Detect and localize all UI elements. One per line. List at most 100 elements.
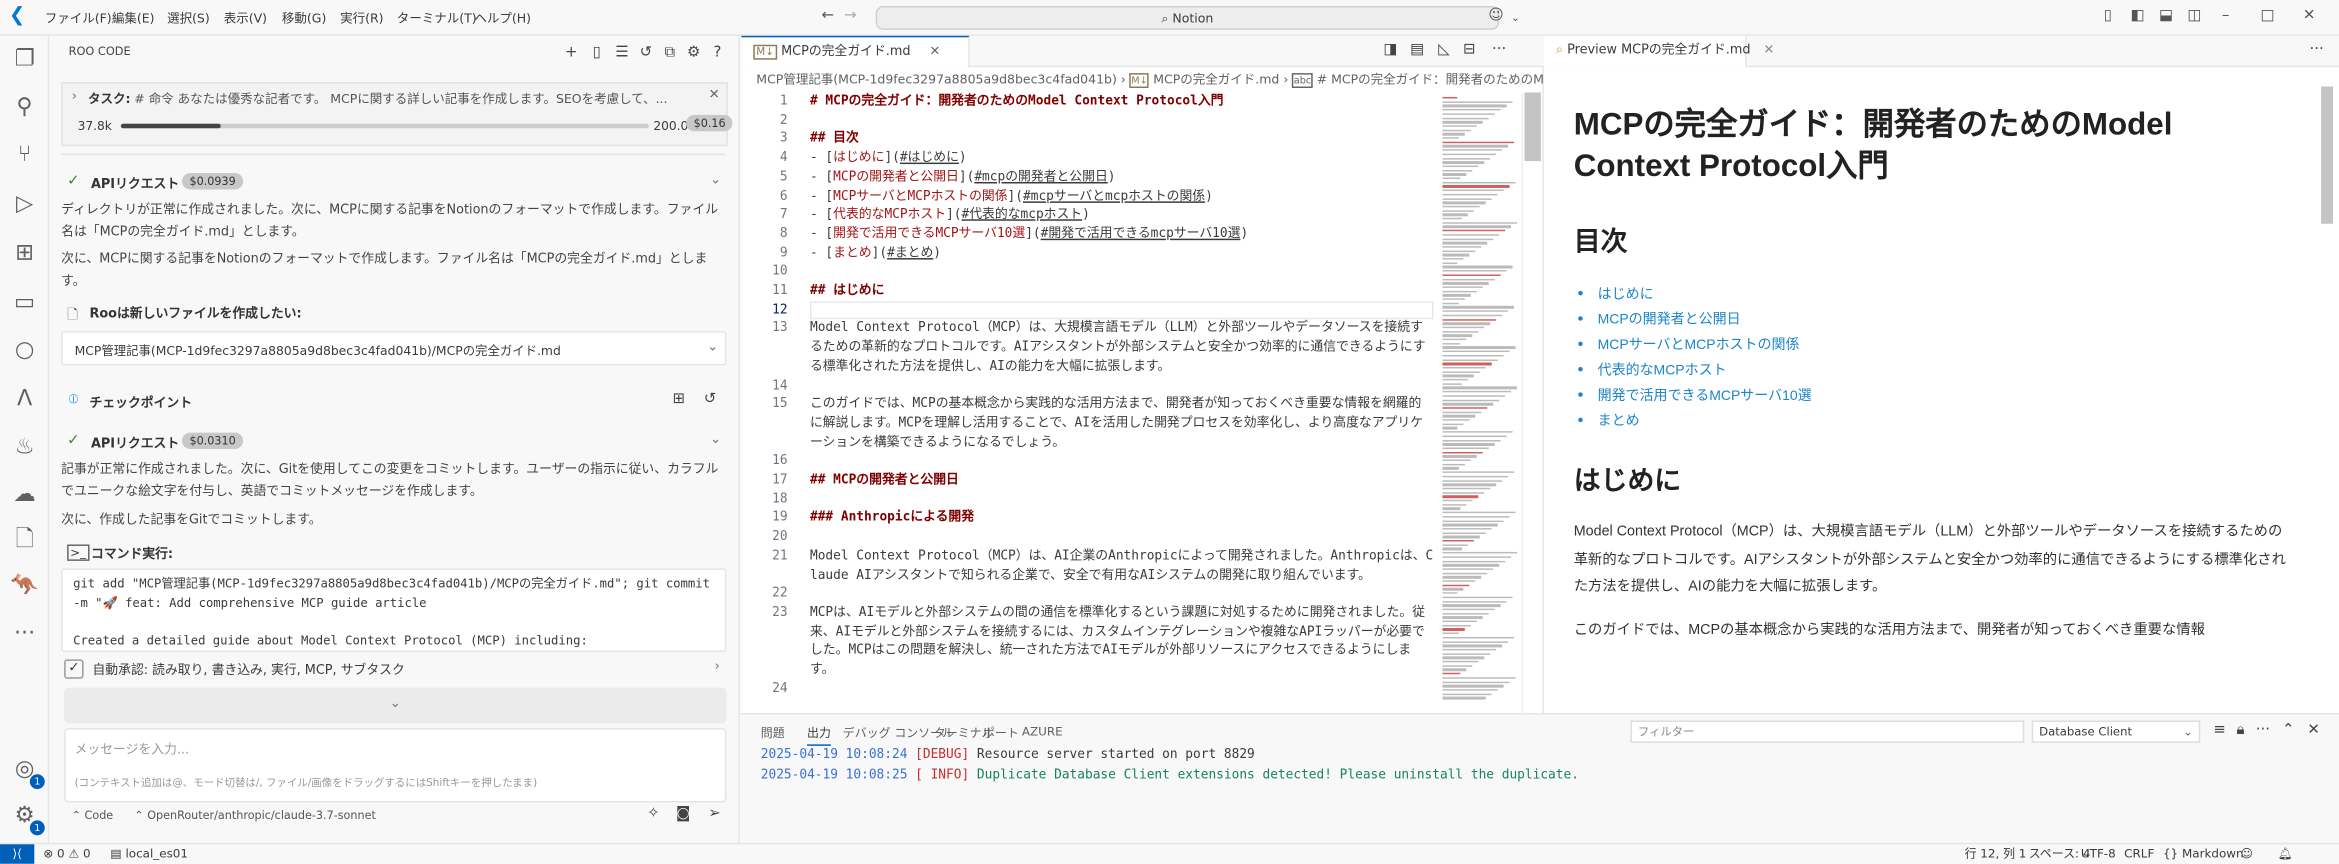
link-url[interactable]: #代表的なmcpホスト bbox=[962, 208, 1083, 223]
editor-line[interactable]: 7 - [代表的なMCPホスト](#代表的なmcpホスト) bbox=[741, 206, 1439, 225]
notifications-bell-icon[interactable]: 🔔︎ bbox=[2278, 844, 2293, 863]
maximize-icon[interactable]: □ bbox=[2257, 7, 2278, 23]
auto-approve-label[interactable]: 自動承認: 読み取り, 書き込み, 実行, MCP, サブタスク bbox=[92, 661, 404, 679]
copilot-status-icon[interactable]: ☺ bbox=[2241, 844, 2253, 863]
toc-link[interactable]: MCPサーバとMCPホストの関係 bbox=[1598, 331, 2290, 356]
remote-indicator-icon[interactable]: ⟩⟨ bbox=[0, 844, 35, 864]
language-mode[interactable]: {} Markdown bbox=[2163, 844, 2244, 863]
editor-line[interactable]: 15 このガイドでは、MCPの基本概念から実践的な活用方法まで、開発者が知っておく… bbox=[741, 396, 1439, 453]
command-center-search[interactable]: ⌕ Notion bbox=[875, 5, 1500, 30]
editor-line[interactable]: 21 Model Context Protocol（MCP）は、AI企業のAnth… bbox=[741, 547, 1439, 585]
history-icon[interactable]: ↺ bbox=[635, 45, 656, 61]
lock-scroll-icon[interactable]: 🔒︎ bbox=[2230, 722, 2251, 738]
editor-line[interactable]: 12 bbox=[741, 300, 1439, 320]
clear-output-icon[interactable]: ≡ bbox=[2209, 722, 2230, 738]
editor-line[interactable]: 13 Model Context Protocol（MCP）は、大規模言語モデル（… bbox=[741, 320, 1439, 377]
link-url[interactable]: #mcpサーバとmcpホストの関係 bbox=[1023, 189, 1205, 204]
editor-scrollbar[interactable] bbox=[1521, 92, 1541, 714]
prompts-icon[interactable]: ▯ bbox=[586, 45, 607, 61]
toggle-panel-icon[interactable]: ⬓ bbox=[2156, 7, 2177, 23]
open-preview-side-icon[interactable]: ◨ bbox=[1380, 42, 1401, 58]
menu-go[interactable]: 移動(G) bbox=[282, 9, 326, 27]
close-task-icon[interactable]: ✕ bbox=[709, 88, 720, 103]
link-url[interactable]: #開発で活用できるmcpサーバ10選 bbox=[1041, 227, 1241, 242]
editor-line[interactable]: 19 ### Anthropicによる開発 bbox=[741, 509, 1439, 528]
editor-line[interactable]: 23 MCPは、AIモデルと外部システムの間の通信を標準化するという課題に対処する… bbox=[741, 604, 1439, 680]
chevron-down-icon[interactable]: ⌄ bbox=[1505, 12, 1526, 24]
preview-scrollbar[interactable] bbox=[2321, 86, 2334, 224]
new-task-icon[interactable]: + bbox=[561, 45, 582, 61]
menu-file[interactable]: ファイル(F) bbox=[45, 9, 112, 27]
minimap[interactable] bbox=[1439, 92, 1521, 713]
editor-line[interactable]: 11 ## はじめに bbox=[741, 282, 1439, 301]
model-selector[interactable]: ⌃ OpenRouter/anthropic/claude-3.7-sonnet bbox=[134, 809, 376, 822]
more-actions-icon[interactable]: ··· bbox=[2252, 722, 2273, 738]
tab-azure[interactable]: AZURE bbox=[1022, 725, 1063, 738]
tab-mcp-guide-md[interactable]: M↓ MCPの完全ガイド.md ✕ bbox=[741, 35, 970, 68]
db-connection-status[interactable]: ▤ local_es01 bbox=[110, 844, 188, 863]
open-in-editor-icon[interactable]: ⧉ bbox=[659, 45, 680, 61]
link-url[interactable]: #mcpの開発者と公開日 bbox=[974, 170, 1107, 185]
restore-history-icon[interactable]: ↺ bbox=[700, 391, 721, 407]
chevron-down-icon[interactable]: ⌄ bbox=[710, 433, 721, 448]
line-ending[interactable]: CRLF bbox=[2124, 844, 2154, 863]
menu-help[interactable]: ヘルプ(H) bbox=[474, 9, 531, 27]
copilot-icon[interactable]: ☺ bbox=[1486, 7, 1507, 23]
menu-selection[interactable]: 選択(S) bbox=[167, 9, 210, 27]
editor-line[interactable]: 4 - [はじめに](#はじめに) bbox=[741, 149, 1439, 168]
send-icon[interactable]: ➢ bbox=[704, 806, 725, 822]
account-icon[interactable]: ◎ 1 bbox=[9, 753, 45, 790]
close-panel-icon[interactable]: ✕ bbox=[2303, 722, 2324, 738]
close-tab-icon[interactable]: ✕ bbox=[1763, 43, 1774, 58]
tab-preview[interactable]: ⌕ Preview MCPの完全ガイド.md ✕ bbox=[1543, 35, 1774, 68]
editor-line[interactable]: 14 bbox=[741, 377, 1439, 396]
editor-line[interactable]: 6 - [MCPサーバとMCPホストの関係](#mcpサーバとmcpホストの関係) bbox=[741, 187, 1439, 206]
menu-terminal[interactable]: ターミナル(T) bbox=[397, 9, 477, 27]
menu-view[interactable]: 表示(V) bbox=[224, 9, 267, 27]
minimize-icon[interactable]: – bbox=[2215, 7, 2236, 23]
chevron-down-icon[interactable]: ⌄ bbox=[707, 340, 718, 355]
chevron-right-icon[interactable]: › bbox=[72, 90, 77, 105]
customize-layout-icon[interactable]: ▯ bbox=[2097, 7, 2118, 23]
auto-approve-checkbox[interactable]: ✓ bbox=[64, 659, 84, 679]
settings-icon[interactable]: ⚙ bbox=[683, 45, 704, 61]
file-path-box[interactable]: MCP管理記事(MCP-1d9fec3297a8805a9d8bec3c4fad… bbox=[61, 331, 727, 366]
editor-line[interactable]: 8 - [開発で活用できるMCPサーバ10選](#開発で活用できるmcpサーバ10… bbox=[741, 225, 1439, 244]
more-actions-icon[interactable]: ··· bbox=[1489, 42, 1510, 58]
chevron-down-icon[interactable]: ⌄ bbox=[710, 173, 721, 188]
toc-link[interactable]: まとめ bbox=[1598, 407, 2290, 432]
forward-arrow-icon[interactable]: → bbox=[840, 7, 861, 23]
output-channel-select[interactable]: Database Client ⌄ bbox=[2031, 720, 2201, 743]
toc-link[interactable]: 代表的なMCPホスト bbox=[1598, 357, 2290, 382]
source-control-icon[interactable]: ⑂ bbox=[9, 139, 40, 170]
message-input[interactable]: メッセージを入力... (コンテキスト追加は@、モード切替は/, ファイル/画像… bbox=[64, 727, 727, 803]
mcp-servers-icon[interactable]: ☰ bbox=[612, 45, 633, 61]
open-preview-icon[interactable]: ▤ bbox=[1407, 42, 1428, 58]
genie-lamp-icon[interactable]: ♨ bbox=[9, 431, 40, 462]
tab-output[interactable]: 出力 bbox=[807, 725, 831, 746]
editor-line[interactable]: 3 ## 目次 bbox=[741, 130, 1439, 149]
toc-link[interactable]: はじめに bbox=[1598, 280, 2290, 305]
editor-line[interactable]: 1 # MCPの完全ガイド：開発者のためのModel Context Protoc… bbox=[741, 92, 1439, 111]
editor-line[interactable]: 20 bbox=[741, 528, 1439, 547]
run-debug-icon[interactable]: ▷ bbox=[9, 188, 40, 219]
toc-link[interactable]: MCPの開発者と公開日 bbox=[1598, 306, 2290, 331]
editor-line[interactable]: 18 bbox=[741, 490, 1439, 509]
editor-line[interactable]: 10 bbox=[741, 263, 1439, 282]
toggle-secondary-sidebar-icon[interactable]: ◫ bbox=[2184, 7, 2205, 23]
split-editor-icon[interactable]: ⊟ bbox=[1459, 42, 1480, 58]
toggle-primary-sidebar-icon[interactable]: ◧ bbox=[2127, 7, 2148, 23]
extensions-icon[interactable]: ⊞ bbox=[9, 237, 40, 268]
editor-line[interactable]: 9 - [まとめ](#まとめ) bbox=[741, 244, 1439, 263]
circle-extension-icon[interactable]: ○ bbox=[9, 334, 40, 365]
editor-line[interactable]: 22 bbox=[741, 585, 1439, 604]
encoding[interactable]: UTF-8 bbox=[2081, 844, 2116, 863]
back-arrow-icon[interactable]: ← bbox=[817, 7, 838, 23]
explorer-icon[interactable]: ❐ bbox=[9, 43, 40, 74]
help-icon[interactable]: ? bbox=[707, 45, 728, 61]
menu-edit[interactable]: 編集(E) bbox=[112, 9, 155, 27]
new-file-icon[interactable]: 🗋 bbox=[9, 524, 40, 555]
scrollbar-thumb[interactable] bbox=[1524, 92, 1541, 162]
docker-icon[interactable]: ☁ bbox=[9, 479, 40, 510]
breadcrumb-symbol[interactable]: # MCPの完全ガイド：開発者のためのModel Con bbox=[1317, 72, 1544, 87]
